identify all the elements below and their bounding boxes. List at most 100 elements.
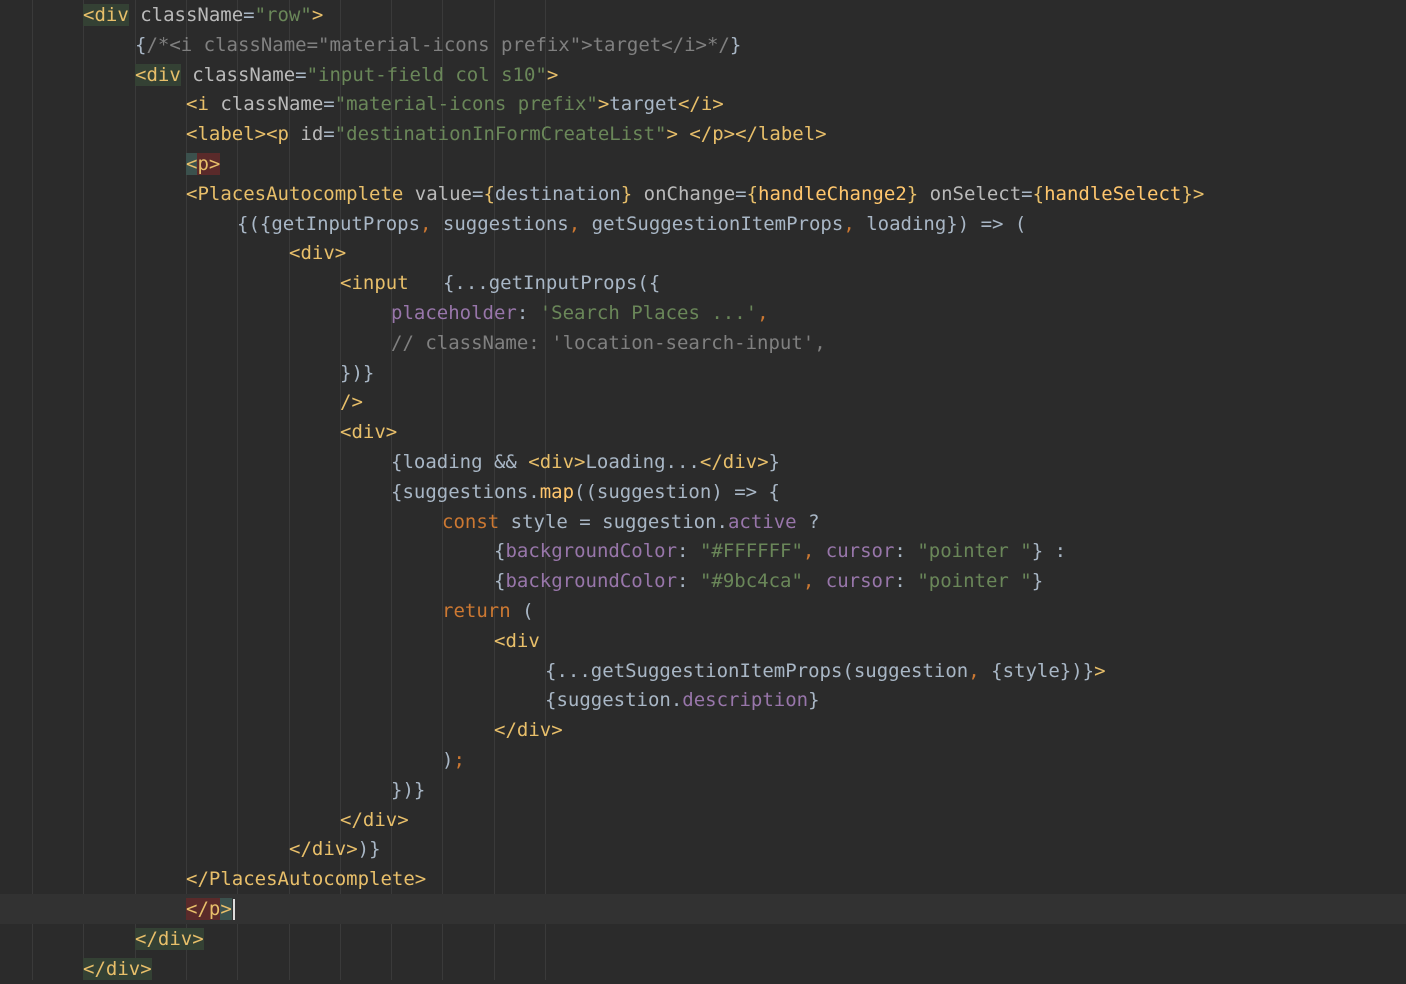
- code-token: placeholder: [391, 302, 517, 324]
- code-token: :: [516, 302, 540, 324]
- code-token: }: [1181, 182, 1193, 205]
- code-token: =: [295, 63, 307, 86]
- code-token: ,: [757, 302, 769, 324]
- code-token: <: [186, 153, 198, 175]
- code-token: {suggestions.: [391, 480, 540, 503]
- code-token: backgroundColor: [505, 540, 678, 563]
- code-token: :: [677, 570, 700, 593]
- code-line-current[interactable]: </p>: [0, 894, 1406, 924]
- code-line[interactable]: {/*<i className="material-icons prefix">…: [0, 30, 1406, 60]
- code-token: <div: [135, 63, 181, 86]
- code-token: "input-field col s10": [306, 63, 547, 86]
- code-token: />: [340, 391, 363, 414]
- code-token: "pointer ": [917, 540, 1032, 563]
- code-line[interactable]: <div>: [0, 417, 1406, 447]
- code-line[interactable]: <div>: [0, 238, 1406, 268]
- code-token: =: [1021, 182, 1033, 205]
- code-line[interactable]: {...getSuggestionItemProps(suggestion, {…: [0, 656, 1406, 686]
- code-line[interactable]: </div>: [0, 954, 1406, 984]
- code-line[interactable]: </div>: [0, 924, 1406, 954]
- code-token: </i>: [677, 93, 724, 116]
- code-token: // className: 'location-search-input',: [391, 331, 826, 354]
- code-line[interactable]: </PlacesAutocomplete>: [0, 864, 1406, 894]
- code-line[interactable]: })}: [0, 358, 1406, 388]
- code-token: ,: [843, 212, 867, 235]
- code-token: target: [609, 93, 678, 116]
- code-line[interactable]: })}: [0, 775, 1406, 805]
- code-token: } :: [1031, 540, 1067, 563]
- code-line[interactable]: {({getInputProps, suggestions, getSugges…: [0, 209, 1406, 239]
- code-line[interactable]: <PlacesAutocomplete value={destination} …: [0, 179, 1406, 209]
- code-token: >: [311, 4, 324, 26]
- code-token: {({getInputProps: [237, 212, 421, 235]
- code-line[interactable]: <div className="input-field col s10">: [0, 60, 1406, 90]
- code-token: =: [323, 123, 335, 146]
- code-token: =: [735, 182, 747, 205]
- code-token: destination: [494, 182, 621, 205]
- code-line[interactable]: {backgroundColor: "#9bc4ca", cursor: "po…: [0, 566, 1406, 596]
- code-token: </div>: [289, 838, 358, 861]
- code-line[interactable]: return (: [0, 596, 1406, 626]
- code-line[interactable]: <p>: [0, 149, 1406, 179]
- code-token: <div>: [340, 421, 398, 444]
- code-token: "destinationInFormCreateList": [334, 123, 667, 146]
- code-token: style = suggestion.: [499, 510, 728, 533]
- code-line[interactable]: <label><p id="destinationInFormCreateLis…: [0, 119, 1406, 149]
- code-token: <input: [340, 272, 409, 295]
- code-token: :: [677, 540, 700, 563]
- text-caret: [232, 899, 235, 920]
- code-token: {...getInputProps({: [408, 272, 661, 295]
- code-token: {style})}: [991, 659, 1095, 682]
- code-token: {suggestion.: [545, 689, 683, 712]
- code-token: description: [682, 689, 809, 712]
- code-token: "pointer ": [917, 570, 1032, 593]
- code-line[interactable]: // className: 'location-search-input',: [0, 328, 1406, 358]
- code-token: <div>: [528, 451, 586, 473]
- code-line[interactable]: <div: [0, 626, 1406, 656]
- code-token: getSuggestionItemProps: [591, 212, 844, 235]
- code-token: >: [1094, 659, 1106, 682]
- code-token: backgroundColor: [505, 570, 678, 593]
- code-token: handleChange2: [758, 182, 907, 205]
- code-token: onSelect: [918, 182, 1022, 205]
- code-token: ;: [453, 749, 465, 771]
- code-line[interactable]: {suggestions.map((suggestion) => {: [0, 477, 1406, 507]
- code-line[interactable]: </div>)}: [0, 834, 1406, 864]
- code-line[interactable]: );: [0, 745, 1406, 775]
- code-token: :: [894, 540, 918, 563]
- code-line[interactable]: <i className="material-icons prefix">tar…: [0, 89, 1406, 119]
- code-line[interactable]: {loading && <div>Loading...</div>}: [0, 447, 1406, 477]
- code-token: active: [727, 510, 797, 533]
- code-line[interactable]: const style = suggestion.active ?: [0, 507, 1406, 537]
- code-token: }: [768, 451, 780, 473]
- code-line[interactable]: {backgroundColor: "#FFFFFF", cursor: "po…: [0, 536, 1406, 566]
- code-token: </div>: [340, 808, 409, 831]
- code-token: <div: [494, 629, 540, 652]
- code-line[interactable]: />: [0, 387, 1406, 417]
- code-token: ((suggestion) => {: [574, 480, 780, 503]
- code-token: loading}) => (: [866, 212, 1027, 235]
- code-line[interactable]: {suggestion.description}: [0, 685, 1406, 715]
- code-line[interactable]: </div>: [0, 715, 1406, 745]
- code-token: className: [128, 4, 244, 26]
- code-line[interactable]: placeholder: 'Search Places ...',: [0, 298, 1406, 328]
- code-token: cursor: [825, 570, 895, 593]
- code-token: <PlacesAutocomplete: [186, 182, 404, 205]
- code-token: {loading &&: [391, 451, 529, 473]
- code-token: </div>: [494, 719, 563, 742]
- code-token: }: [906, 182, 919, 205]
- code-token: /*<i className="material-icons prefix">t…: [146, 33, 730, 56]
- code-token: {: [1032, 182, 1045, 205]
- code-token: </PlacesAutocomplete>: [186, 868, 427, 891]
- code-line[interactable]: </div>: [0, 805, 1406, 835]
- code-token: {...getSuggestionItemProps(suggestion: [545, 659, 969, 682]
- code-token: }: [1031, 570, 1044, 593]
- code-line[interactable]: <input {...getInputProps({: [0, 268, 1406, 298]
- code-token: >: [546, 63, 559, 86]
- code-token: }: [808, 689, 820, 712]
- code-token: =: [323, 93, 335, 116]
- code-token: =: [471, 182, 484, 205]
- code-line[interactable]: <div className="row">: [0, 0, 1406, 30]
- code-token: })}: [391, 778, 426, 801]
- code-editor[interactable]: <div className="row"> {/*<i className="ma…: [0, 0, 1406, 980]
